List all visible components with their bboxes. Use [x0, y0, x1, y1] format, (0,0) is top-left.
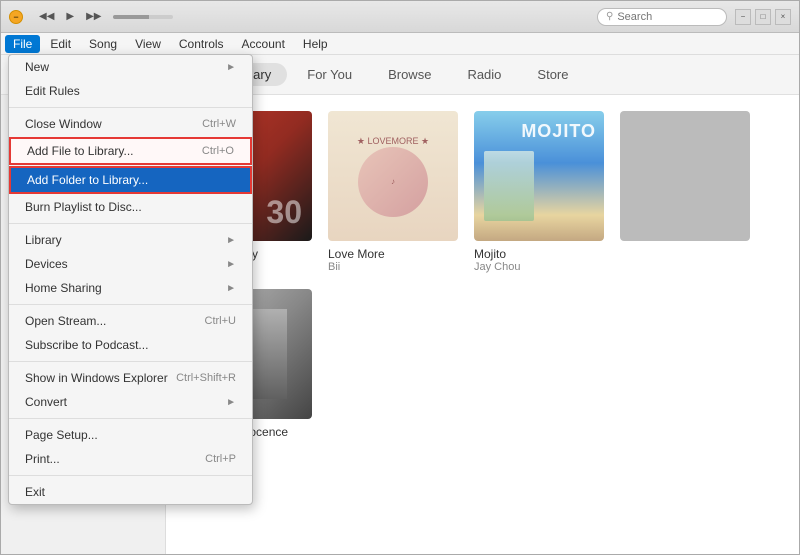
album-cover-unknown — [620, 111, 750, 241]
album-grid: BOND th Anniversary ★ LOVEMORE ★ ♪ Love … — [182, 111, 783, 273]
shortcut-open-stream: Ctrl+U — [205, 315, 236, 327]
album-cover-lovemore: ★ LOVEMORE ★ ♪ — [328, 111, 458, 241]
search-icon: ⚲ — [606, 11, 613, 22]
separator-2 — [9, 223, 252, 224]
menu-edit[interactable]: Edit — [42, 35, 79, 53]
lovemore-inner: ♪ — [358, 147, 428, 217]
menu-item-library[interactable]: Library ► — [9, 228, 252, 252]
menu-song[interactable]: Song — [81, 35, 125, 53]
menu-file[interactable]: File — [5, 35, 40, 53]
minimize-button[interactable]: − — [9, 10, 23, 24]
menu-item-show-explorer[interactable]: Show in Windows Explorer Ctrl+Shift+R — [9, 366, 252, 390]
album-mojito[interactable]: Mojito Jay Chou — [474, 111, 604, 273]
play-button[interactable]: ▶ — [62, 9, 78, 24]
separator-3 — [9, 304, 252, 305]
album-artist-lovemore: Bii — [328, 261, 458, 273]
tab-for-you[interactable]: For You — [291, 63, 368, 86]
menu-item-close-window[interactable]: Close Window Ctrl+W — [9, 112, 252, 136]
menu-account[interactable]: Account — [234, 35, 293, 53]
menu-bar: File Edit Song View Controls Account Hel… — [1, 33, 799, 55]
menu-item-edit-rules[interactable]: Edit Rules — [9, 79, 252, 103]
album-cover-mojito — [474, 111, 604, 241]
menu-item-page-setup[interactable]: Page Setup... — [9, 423, 252, 447]
minimize-win-button[interactable]: − — [735, 9, 751, 25]
separator-4 — [9, 361, 252, 362]
menu-item-add-folder[interactable]: Add Folder to Library... — [9, 166, 252, 194]
shortcut-add-file: Ctrl+O — [202, 145, 234, 157]
menu-view[interactable]: View — [127, 35, 169, 53]
album-artist-mojito: Jay Chou — [474, 261, 604, 273]
tab-store[interactable]: Store — [521, 63, 584, 86]
menu-item-devices[interactable]: Devices ► — [9, 252, 252, 276]
arrow-new: ► — [226, 62, 236, 73]
tab-browse[interactable]: Browse — [372, 63, 447, 86]
menu-controls[interactable]: Controls — [171, 35, 232, 53]
album-lovemore[interactable]: ★ LOVEMORE ★ ♪ Love More Bii — [328, 111, 458, 273]
album-title-lovemore: Love More — [328, 247, 458, 261]
album-title-mojito: Mojito — [474, 247, 604, 261]
rewind-button[interactable]: ◀◀ — [35, 9, 58, 24]
window-buttons: − □ × — [735, 9, 791, 25]
search-box[interactable]: ⚲ — [597, 8, 727, 26]
menu-item-open-stream[interactable]: Open Stream... Ctrl+U — [9, 309, 252, 333]
menu-item-add-file[interactable]: Add File to Library... Ctrl+O — [9, 137, 252, 165]
separator-5 — [9, 418, 252, 419]
menu-item-exit[interactable]: Exit — [9, 480, 252, 504]
menu-help[interactable]: Help — [295, 35, 336, 53]
menu-item-print[interactable]: Print... Ctrl+P — [9, 447, 252, 471]
menu-item-convert[interactable]: Convert ► — [9, 390, 252, 414]
menu-item-burn-playlist[interactable]: Burn Playlist to Disc... — [9, 195, 252, 219]
close-win-button[interactable]: × — [775, 9, 791, 25]
shortcut-close: Ctrl+W — [202, 118, 236, 130]
volume-slider[interactable] — [113, 15, 173, 19]
arrow-devices: ► — [226, 259, 236, 270]
menu-item-new[interactable]: New ► — [9, 55, 252, 79]
menu-item-subscribe-podcast[interactable]: Subscribe to Podcast... — [9, 333, 252, 357]
album-unknown[interactable] — [620, 111, 750, 273]
separator-6 — [9, 475, 252, 476]
transport-controls: ◀◀ ▶ ▶▶ — [35, 9, 173, 24]
arrow-library: ► — [226, 235, 236, 246]
title-bar: − ◀◀ ▶ ▶▶ ⚲ − □ × — [1, 1, 799, 33]
arrow-home-sharing: ► — [226, 283, 236, 294]
menu-item-home-sharing[interactable]: Home Sharing ► — [9, 276, 252, 300]
search-input[interactable] — [617, 11, 707, 23]
second-row-albums: Songs of Innocence U2 — [182, 289, 783, 451]
file-dropdown-menu: New ► Edit Rules Close Window Ctrl+W Add… — [8, 54, 253, 505]
separator-1 — [9, 107, 252, 108]
restore-win-button[interactable]: □ — [755, 9, 771, 25]
content-area: BOND th Anniversary ★ LOVEMORE ★ ♪ Love … — [166, 95, 799, 554]
album-grid-row2: Songs of Innocence U2 — [182, 289, 783, 451]
shortcut-show-explorer: Ctrl+Shift+R — [176, 372, 236, 384]
arrow-convert: ► — [226, 397, 236, 408]
forward-button[interactable]: ▶▶ — [82, 9, 105, 24]
tab-radio[interactable]: Radio — [451, 63, 517, 86]
shortcut-print: Ctrl+P — [205, 453, 236, 465]
window-controls: − — [9, 10, 23, 24]
